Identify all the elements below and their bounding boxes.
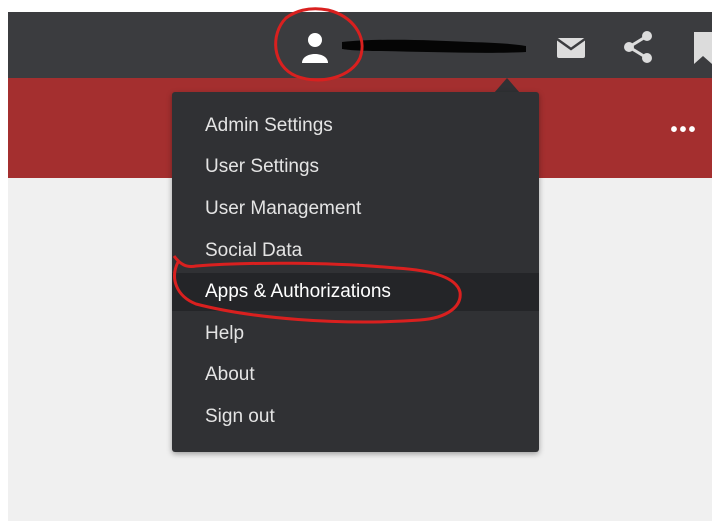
menu-item-label: Apps & Authorizations [205, 281, 391, 302]
menu-item-label: Social Data [205, 240, 303, 261]
menu-item-label: User Settings [205, 156, 320, 177]
menu-item-help[interactable]: Help [172, 315, 539, 353]
menu-item-admin-settings[interactable]: Admin Settings [172, 107, 539, 145]
menu-item-label: User Management [205, 198, 362, 219]
user-dropdown-menu: Admin Settings User Settings User Manage… [172, 92, 539, 452]
menu-item-sign-out[interactable]: Sign out [172, 398, 539, 436]
user-icon[interactable] [300, 30, 330, 64]
redacted-username [340, 36, 528, 56]
menu-item-label: Admin Settings [205, 115, 333, 136]
menu-item-user-management[interactable]: User Management [172, 190, 539, 228]
menu-item-label: Sign out [205, 406, 275, 427]
menu-item-about[interactable]: About [172, 356, 539, 394]
menu-item-apps-authorizations[interactable]: Apps & Authorizations [172, 273, 539, 311]
menu-item-label: Help [205, 323, 245, 344]
menu-item-user-settings[interactable]: User Settings [172, 148, 539, 186]
menu-item-label: About [205, 364, 255, 385]
more-options-icon[interactable]: ••• [666, 116, 702, 144]
menu-item-social-data[interactable]: Social Data [172, 232, 539, 270]
menu-caret [494, 78, 520, 93]
mail-icon[interactable] [556, 36, 586, 60]
share-icon[interactable] [620, 30, 656, 64]
bookmark-icon[interactable] [690, 30, 712, 66]
